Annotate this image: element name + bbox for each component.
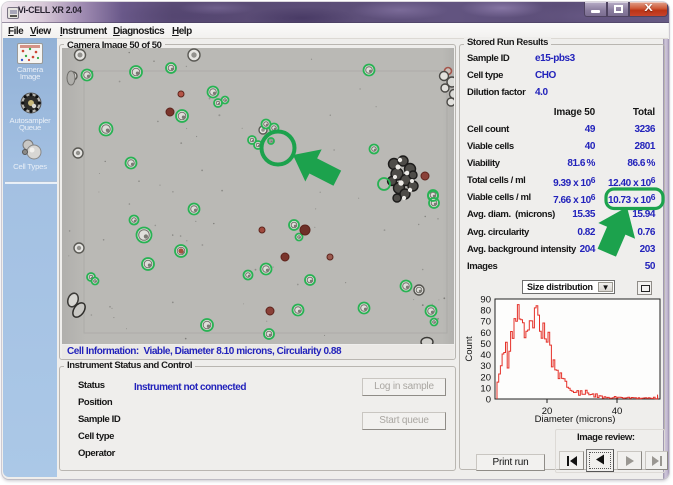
svg-text:30: 30 [480, 361, 491, 372]
svg-text:10: 10 [480, 383, 491, 394]
svg-text:80: 80 [480, 306, 491, 317]
svg-text:0: 0 [486, 395, 491, 406]
svg-text:Count: Count [464, 336, 475, 362]
svg-text:60: 60 [480, 328, 491, 339]
svg-text:90: 90 [480, 295, 491, 306]
svg-text:40: 40 [480, 350, 491, 361]
svg-text:70: 70 [480, 317, 491, 328]
svg-text:50: 50 [480, 339, 491, 350]
svg-text:20: 20 [480, 372, 491, 383]
svg-text:Diameter (microns): Diameter (microns) [535, 414, 616, 424]
